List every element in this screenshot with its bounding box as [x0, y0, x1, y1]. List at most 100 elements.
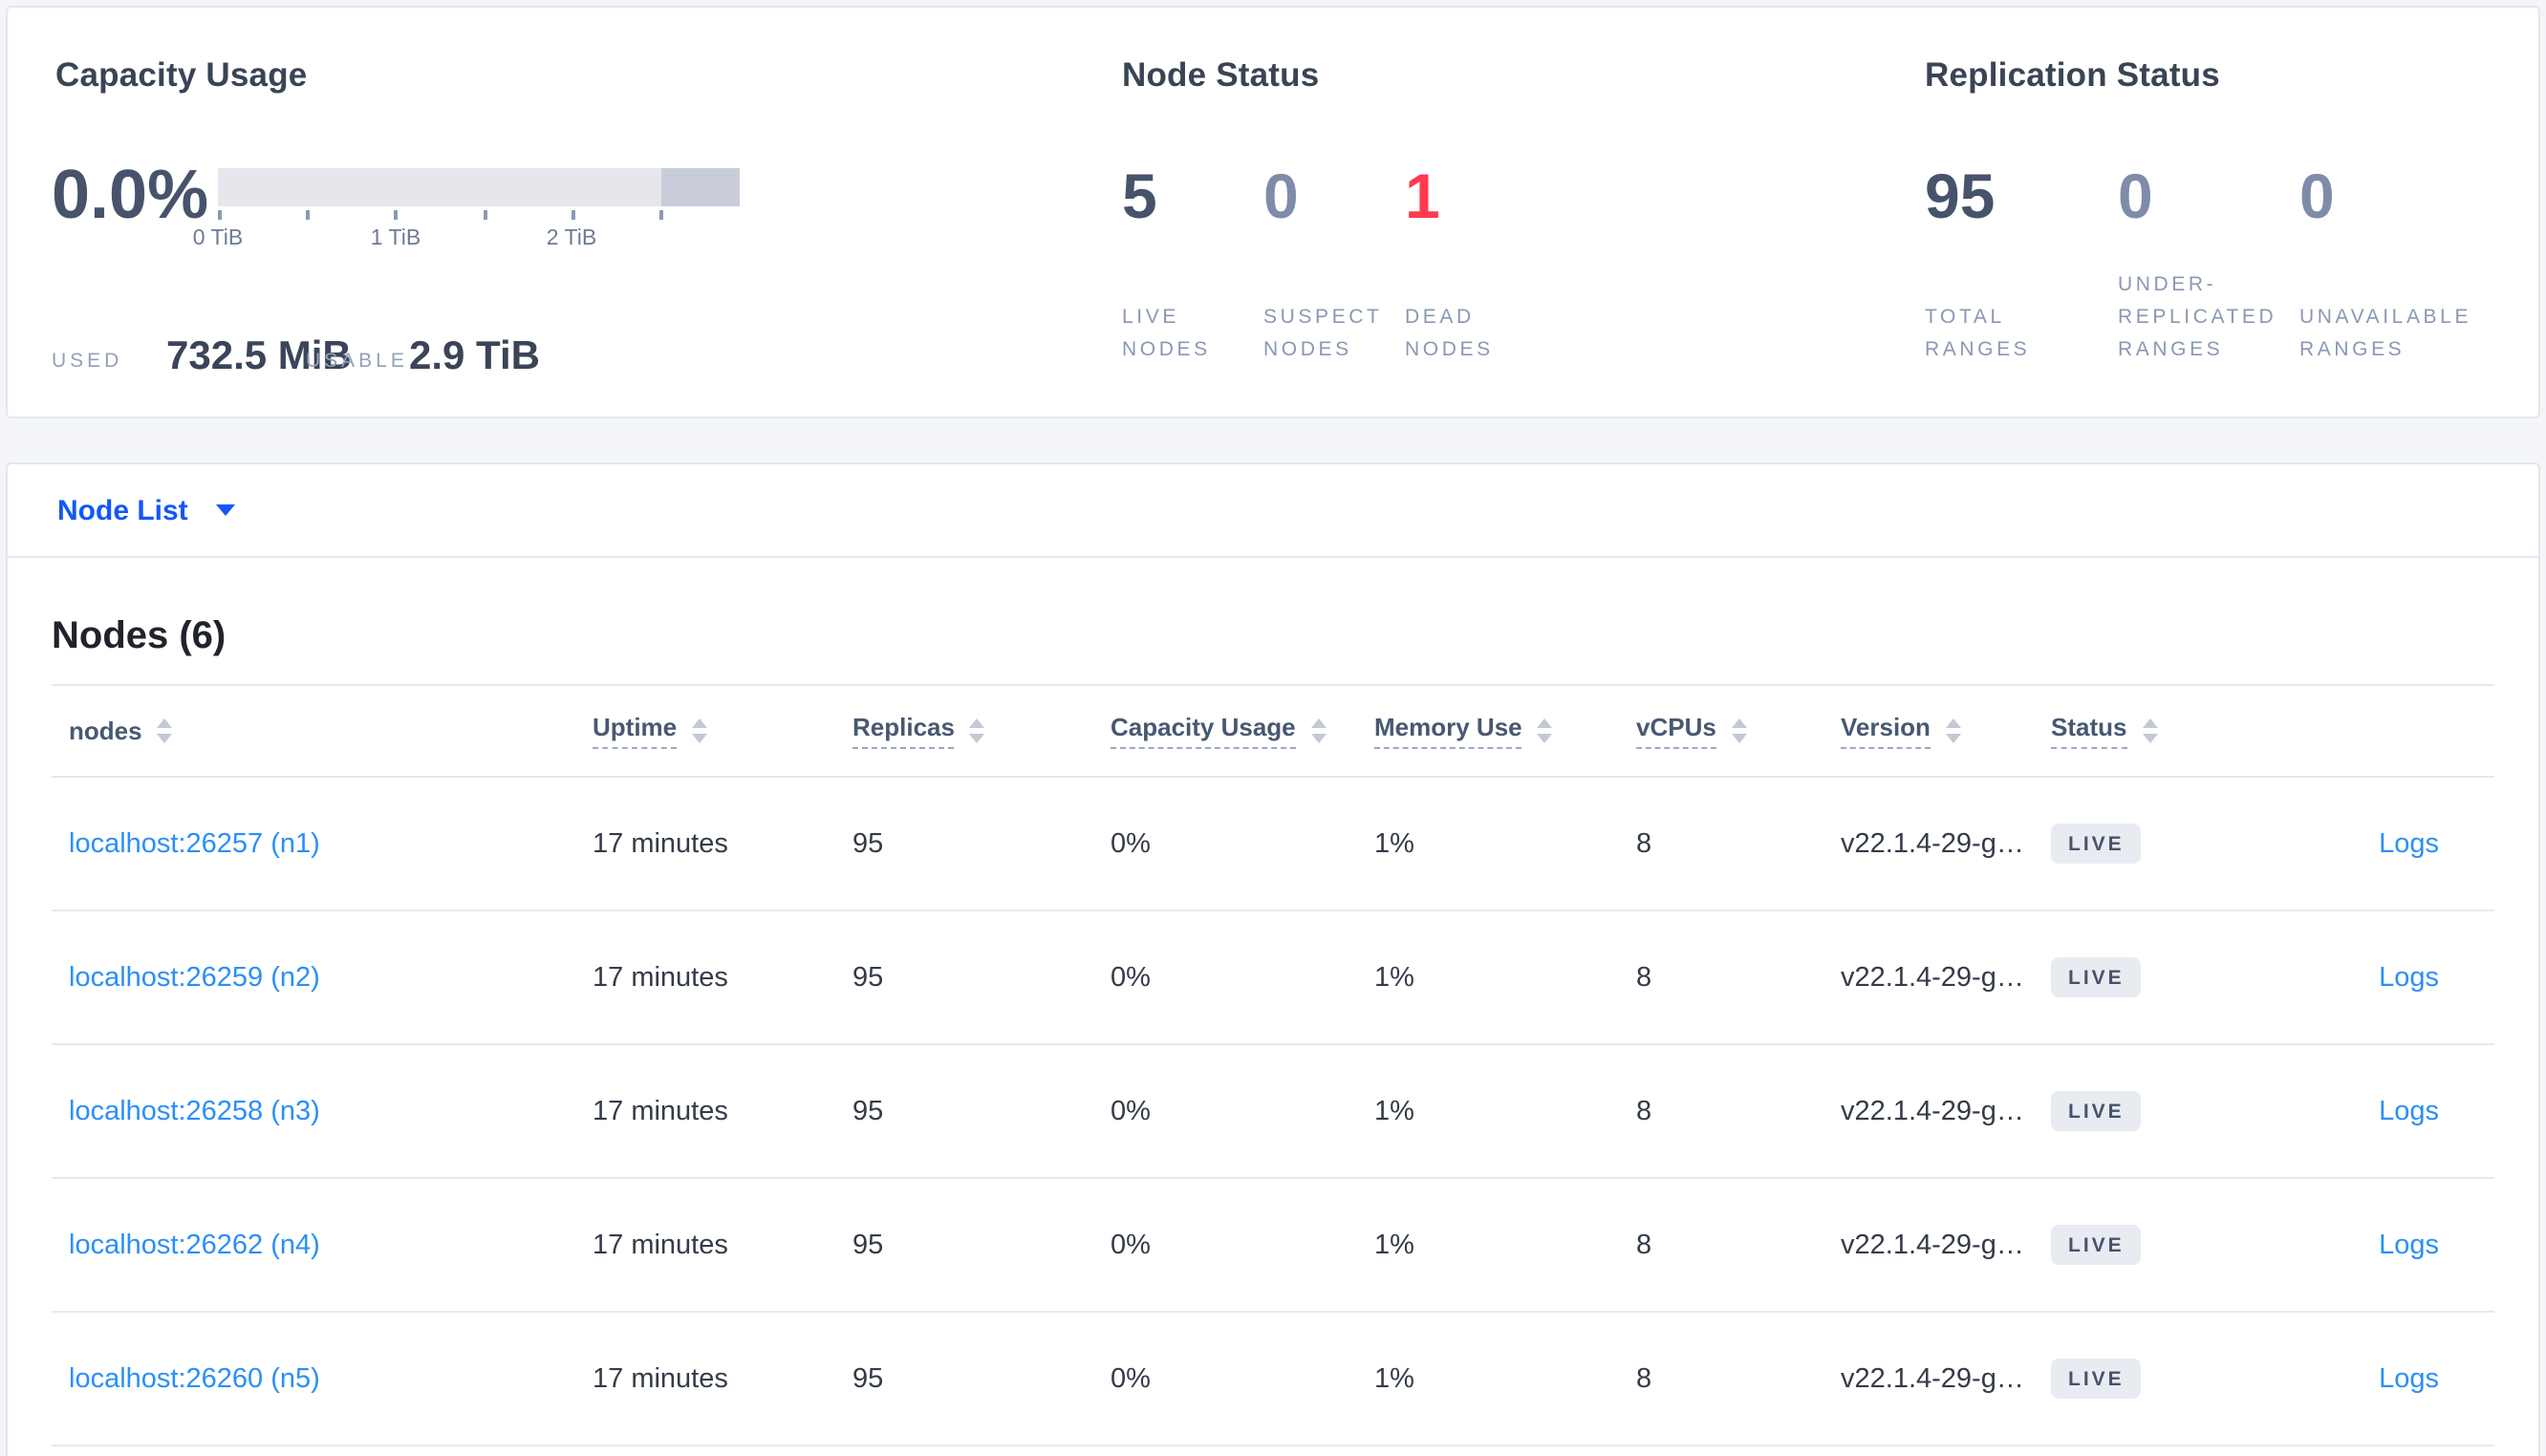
version-cell: v22.1.4-29-g… [1841, 828, 2024, 859]
status-cell: LIVE [2051, 1359, 2338, 1399]
total-ranges-value: 95 [1925, 161, 1996, 231]
capacity-cell: 0% [1111, 1363, 1151, 1394]
uptime-cell: 17 minutes [593, 962, 728, 993]
node-row: localhost:26262 (n4) 17 minutes 95 0% 1%… [52, 1179, 2494, 1313]
axis-tick [572, 210, 574, 220]
sort-icon [1310, 718, 1327, 743]
replication-status-title: Replication Status [1925, 55, 2220, 94]
capacity-cell: 0% [1111, 1230, 1151, 1260]
unavailable-ranges-label: UNAVAILABLE RANGES [2299, 306, 2472, 361]
version-cell: v22.1.4-29-g… [1841, 1363, 2024, 1394]
column-header-uptime[interactable]: Uptime [593, 713, 852, 749]
vcpus-cell: 8 [1636, 828, 1652, 859]
logs-link[interactable]: Logs [2379, 1363, 2439, 1394]
logs-link[interactable]: Logs [2379, 1096, 2439, 1126]
replicas-cell: 95 [852, 1230, 884, 1260]
column-header-vcpus[interactable]: vCPUs [1636, 713, 1841, 749]
live-status-badge: LIVE [2051, 957, 2142, 997]
node-link[interactable]: localhost:26259 (n2) [69, 962, 593, 993]
status-cell: LIVE [2051, 957, 2338, 997]
axis-tick-label: 1 TiB [370, 227, 421, 250]
node-link[interactable]: localhost:26258 (n3) [69, 1096, 593, 1126]
axis-tick [394, 210, 397, 220]
node-row: localhost:26259 (n2) 17 minutes 95 0% 1%… [52, 911, 2494, 1045]
uptime-cell: 17 minutes [593, 1096, 728, 1126]
suspect-nodes-value: 0 [1263, 161, 1299, 231]
capacity-bar-dark-segment [661, 168, 740, 206]
axis-tick-label: 2 TiB [546, 227, 597, 250]
under-replicated-ranges-metric: 0 UNDER-REPLICATED RANGES [2118, 164, 2286, 367]
column-header-memory-use[interactable]: Memory Use [1374, 713, 1636, 749]
node-row: localhost:26257 (n1) 17 minutes 95 0% 1%… [52, 778, 2494, 911]
logs-link[interactable]: Logs [2379, 828, 2439, 859]
capacity-usage-bar [218, 168, 740, 206]
dead-nodes-value: 1 [1405, 161, 1440, 231]
axis-tick [484, 210, 486, 220]
node-link[interactable]: localhost:26260 (n5) [69, 1363, 593, 1394]
vcpus-cell: 8 [1636, 1230, 1652, 1260]
unavailable-ranges-metric: 0 UNAVAILABLE RANGES [2299, 164, 2475, 367]
usable-label: USABLE [306, 350, 408, 373]
capacity-usage-title: Capacity Usage [55, 55, 308, 94]
axis-tick [218, 210, 221, 220]
memory-cell: 1% [1374, 962, 1414, 993]
view-selector-bar: Node List [8, 464, 2538, 558]
live-status-badge: LIVE [2051, 1359, 2142, 1399]
node-status-title: Node Status [1122, 55, 1320, 94]
axis-tick [659, 210, 662, 220]
live-nodes-label: LIVE NODES [1122, 306, 1211, 361]
suspect-nodes-metric: 0 SUSPECT NODES [1263, 164, 1390, 367]
node-list-dropdown[interactable]: Node List [57, 494, 236, 526]
capacity-percent-value: 0.0% [52, 155, 209, 233]
vcpus-cell: 8 [1636, 962, 1652, 993]
vcpus-cell: 8 [1636, 1363, 1652, 1394]
capacity-cell: 0% [1111, 828, 1151, 859]
node-row: localhost:26260 (n5) 17 minutes 95 0% 1%… [52, 1313, 2494, 1446]
version-cell: v22.1.4-29-g… [1841, 962, 2024, 993]
sort-icon [969, 718, 985, 743]
nodes-table: nodes Uptime Replicas Capacity Usage Mem… [52, 684, 2494, 1446]
total-ranges-label: TOTAL RANGES [1925, 306, 2031, 361]
live-nodes-value: 5 [1122, 161, 1157, 231]
capacity-cell: 0% [1111, 962, 1151, 993]
column-header-version[interactable]: Version [1841, 713, 2051, 749]
logs-link[interactable]: Logs [2379, 1230, 2439, 1260]
live-nodes-metric: 5 LIVE NODES [1122, 164, 1248, 367]
status-cell: LIVE [2051, 824, 2338, 864]
live-status-badge: LIVE [2051, 1091, 2142, 1131]
version-cell: v22.1.4-29-g… [1841, 1096, 2024, 1126]
memory-cell: 1% [1374, 828, 1414, 859]
sort-icon [1945, 718, 1961, 743]
live-status-badge: LIVE [2051, 1225, 2142, 1265]
total-ranges-metric: 95 TOTAL RANGES [1925, 164, 2093, 367]
suspect-nodes-label: SUSPECT NODES [1263, 306, 1383, 361]
memory-cell: 1% [1374, 1363, 1414, 1394]
memory-cell: 1% [1374, 1230, 1414, 1260]
sort-icon [157, 718, 173, 743]
nodes-table-header-row: nodes Uptime Replicas Capacity Usage Mem… [52, 684, 2494, 778]
column-header-capacity-usage[interactable]: Capacity Usage [1111, 713, 1374, 749]
column-header-nodes[interactable]: nodes [69, 716, 593, 746]
replicas-cell: 95 [852, 828, 884, 859]
node-link[interactable]: localhost:26257 (n1) [69, 828, 593, 859]
dead-nodes-metric: 1 DEAD NODES [1405, 164, 1531, 367]
node-list-card: Node List Nodes (6) nodes Uptime Replica… [6, 462, 2540, 1456]
cluster-overview-page: Capacity Usage 0.0% 0 TiB 1 TiB 2 TiB US… [0, 0, 2546, 1456]
column-header-replicas[interactable]: Replicas [852, 713, 1111, 749]
memory-cell: 1% [1374, 1096, 1414, 1126]
uptime-cell: 17 minutes [593, 1230, 728, 1260]
sort-icon [692, 718, 708, 743]
unavailable-ranges-value: 0 [2299, 161, 2335, 231]
uptime-cell: 17 minutes [593, 1363, 728, 1394]
axis-tick [306, 210, 309, 220]
replicas-cell: 95 [852, 962, 884, 993]
usable-value: 2.9 TiB [409, 334, 540, 378]
node-link[interactable]: localhost:26262 (n4) [69, 1230, 593, 1260]
sort-icon [1537, 718, 1553, 743]
under-replicated-ranges-label: UNDER-REPLICATED RANGES [2118, 273, 2277, 361]
version-cell: v22.1.4-29-g… [1841, 1230, 2024, 1260]
sort-icon [2142, 718, 2158, 743]
cluster-summary-card: Capacity Usage 0.0% 0 TiB 1 TiB 2 TiB US… [6, 6, 2540, 418]
column-header-status[interactable]: Status [2051, 713, 2338, 749]
logs-link[interactable]: Logs [2379, 962, 2439, 993]
